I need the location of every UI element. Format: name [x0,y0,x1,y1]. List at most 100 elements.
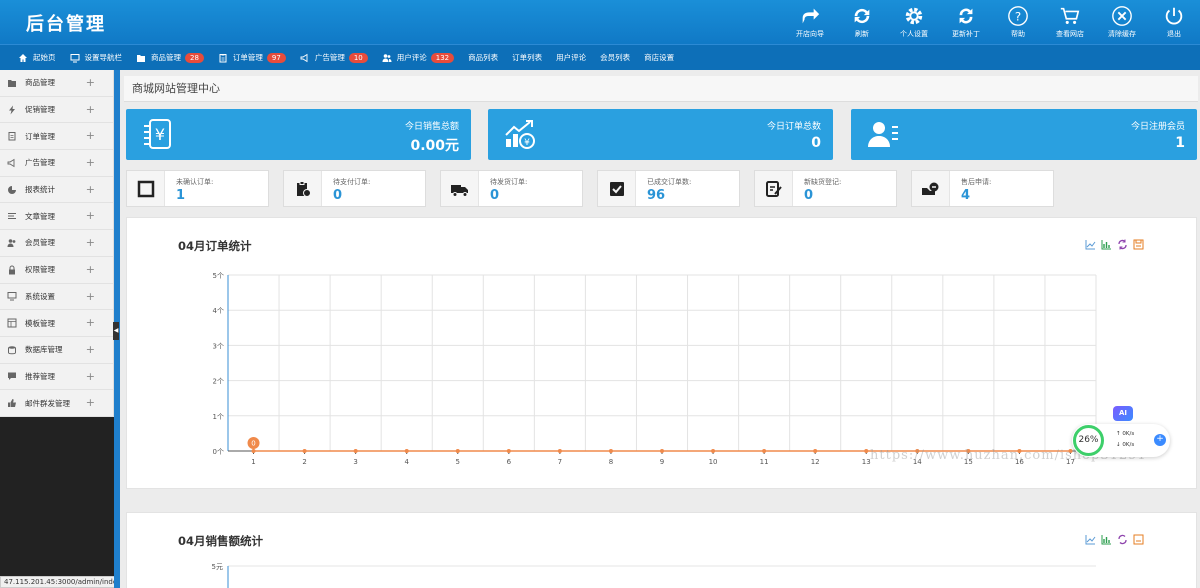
yen-icon: ¥ [144,119,171,149]
sidebar-item-reports[interactable]: 报表统计 + [0,177,113,204]
nav-item-set-nav[interactable]: 设置导航栏 [70,52,123,63]
logout-button[interactable]: 退出 [1148,0,1200,44]
nav-item-user-comments[interactable]: 用户评论 [556,52,586,63]
sidebar-item-database[interactable]: 数据库管理 + [0,337,113,364]
nav-item-goods[interactable]: 商品管理 28 [136,52,204,63]
expand-plus-icon[interactable]: + [86,263,95,276]
open-store-guide-button[interactable]: 开店向导 [784,0,836,44]
sidebar-collapse-toggle[interactable]: ◀ [113,322,119,340]
unshipped-orders-card[interactable]: 待发货订单: 0 [440,170,583,207]
personal-settings-button[interactable]: 个人设置 [888,0,940,44]
mini-label: 待支付订单: [333,178,371,186]
sidebar-item-label: 会员管理 [25,238,55,248]
lock-icon [9,265,15,275]
view-store-button[interactable]: 查看网店 [1044,0,1096,44]
share-arrow-icon [802,8,820,24]
sidebar-item-label: 权限管理 [25,265,55,275]
mini-value: 96 [647,188,666,203]
expand-plus-icon[interactable]: + [86,183,95,196]
action-label: 清除缓存 [1108,30,1136,38]
speed-widget-plus-icon[interactable]: + [1154,434,1166,446]
action-label: 退出 [1167,30,1181,38]
expand-plus-icon[interactable]: + [86,396,95,409]
x-tick-label: 11 [760,458,769,466]
nav-item-goods-list[interactable]: 商品列表 [468,52,498,63]
order-stats-panel: 04月订单统计 0个 1个 2个 3个 4个 5个 1 2 3 4 5 6 7 8 9 10 11 12 13 14 1… [126,217,1197,489]
nav-item-home[interactable]: 起始页 [18,52,56,63]
nav-item-shop-settings[interactable]: 商店设置 [644,52,674,63]
expand-plus-icon[interactable]: + [86,316,95,329]
megaphone-icon [300,53,308,62]
expand-plus-icon[interactable]: + [86,129,95,142]
sidebar-item-recommend[interactable]: 推荐管理 + [0,364,113,391]
expand-plus-icon[interactable]: + [86,103,95,116]
stockout-registration-card[interactable]: 新缺货登记: 0 [754,170,897,207]
sidebar-item-templates[interactable]: 模板管理 + [0,310,113,337]
nav-label: 订单列表 [512,53,543,62]
expand-plus-icon[interactable]: + [86,343,95,356]
y-tick-label: 0个 [213,448,224,456]
x-tick-label: 7 [558,458,562,466]
expand-plus-icon[interactable]: + [86,156,95,169]
count-badge: 10 [348,52,368,63]
sidebar-item-articles[interactable]: 文章管理 + [0,203,113,231]
completed-orders-card[interactable]: 已成交订单数: 96 [597,170,740,207]
mini-value: 0 [804,188,814,203]
sidebar-item-orders[interactable]: 订单管理 + [0,123,113,151]
sidebar: 商品管理 + 促销管理 + 订单管理 + 广告管理 + 报表统计 + 文章管理 + 会员管理… [0,70,179,588]
x-tick-label: 5 [456,458,460,466]
data-point [660,449,664,453]
megaphone-icon [7,158,15,168]
data-point [251,449,256,453]
expand-plus-icon[interactable]: + [86,236,95,249]
data-point [1017,449,1022,453]
sidebar-item-mail[interactable]: 邮件群发管理 + [0,390,113,417]
stat-value: 0 [811,135,821,151]
data-point [455,449,460,453]
refresh-button[interactable]: 刷新 [836,0,888,44]
action-label: 开店向导 [796,30,824,38]
sidebar-item-label: 系统设置 [25,291,55,301]
sidebar-item-goods[interactable]: 商品管理 + [0,70,113,97]
nav-item-order-list[interactable]: 订单列表 [512,52,542,63]
nav-label: 设置导航栏 [84,53,123,62]
help-button[interactable]: ? 帮助 [992,0,1044,44]
nav-item-comments[interactable]: 用户评论 132 [382,52,455,63]
nav-label: 商品列表 [468,53,499,62]
square-icon [127,171,165,206]
sales-stats-panel: 04月销售额统计 5元 [126,512,1197,588]
expand-plus-icon[interactable]: + [86,76,95,89]
nav-item-member-list[interactable]: 会员列表 [600,52,630,63]
sidebar-item-promotion[interactable]: 促销管理 + [0,97,113,124]
aftersale-requests-card[interactable]: 售后申请: 4 [911,170,1054,207]
svg-text:¥: ¥ [155,125,165,144]
unpaid-orders-card[interactable]: 待支付订单: 0 [283,170,426,207]
sidebar-item-members[interactable]: 会员管理 + [0,230,113,257]
users-icon [382,53,392,62]
sales-chart-axis: 5元 [212,563,1096,588]
monitor-icon [70,53,79,62]
x-tick-label: 12 [811,458,820,466]
network-speed-widget[interactable]: 26% ↑ 0K/s ↓ 0K/s + [1072,424,1170,457]
sidebar-item-system[interactable]: 系统设置 + [0,284,113,311]
update-patch-button[interactable]: 更新补丁 [940,0,992,44]
upload-speed: ↑ 0K/s [1116,431,1135,437]
expand-plus-icon[interactable]: + [86,290,95,303]
page-title: 商城网站管理中心 [124,76,1198,102]
stat-label: 今日注册会员 [1130,122,1185,132]
expand-plus-icon[interactable]: + [86,209,95,222]
quick-nav-bar: 起始页 设置导航栏 商品管理 28 订单管理 97 广告管理 10 用户评论 1… [0,44,1200,70]
data-point [1068,449,1073,453]
nav-label: 商店设置 [644,53,675,62]
expand-plus-icon[interactable]: + [86,370,95,383]
mini-label: 新缺货登记: [804,178,842,186]
clear-cache-button[interactable]: 清除缓存 [1096,0,1148,44]
action-label: 查看网店 [1056,30,1084,38]
mini-value: 0 [333,188,343,203]
sidebar-item-ads[interactable]: 广告管理 + [0,150,113,177]
unconfirmed-orders-card[interactable]: 未确认订单: 1 [126,170,269,207]
ai-assistant-badge[interactable]: AI [1113,406,1133,421]
sidebar-item-permissions[interactable]: 权限管理 + [0,257,113,284]
nav-item-orders[interactable]: 订单管理 97 [218,52,286,63]
nav-item-ads[interactable]: 广告管理 10 [300,52,368,63]
